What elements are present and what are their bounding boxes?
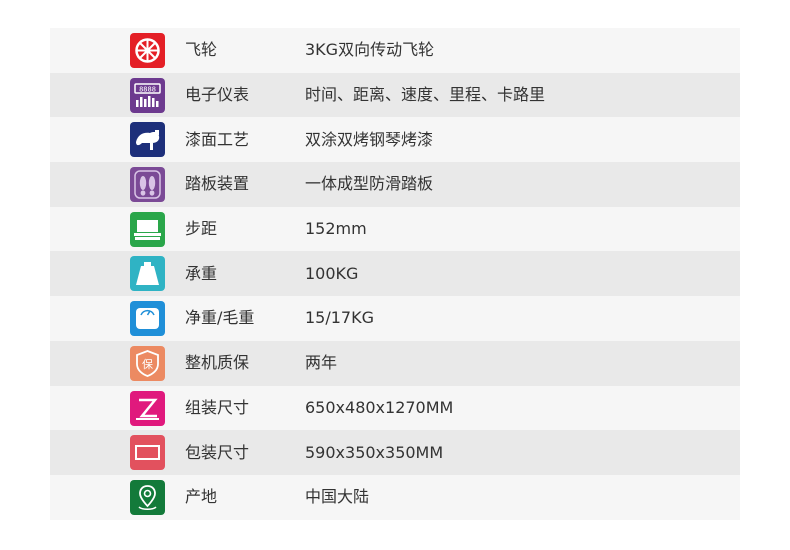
spec-row: 包装尺寸 590x350x350MM xyxy=(50,430,740,475)
spec-table: 飞轮 3KG双向传动飞轮 8888 电子仪表 时间、距离、速度、里程、卡路里 漆… xyxy=(50,28,740,520)
weight-capacity-icon xyxy=(130,256,165,292)
spec-label: 包装尺寸 xyxy=(185,442,250,462)
spec-value: 590x350x350MM xyxy=(305,442,444,462)
assembled-size-icon xyxy=(130,390,165,426)
location-pin-icon xyxy=(130,479,165,515)
spec-value: 双涂双烤钢琴烤漆 xyxy=(305,129,434,149)
spec-label: 漆面工艺 xyxy=(185,129,250,149)
svg-text:8888: 8888 xyxy=(139,85,156,93)
spec-label: 整机质保 xyxy=(185,353,250,373)
spec-label: 踏板装置 xyxy=(185,174,250,194)
spec-value: 650x480x1270MM xyxy=(305,397,454,417)
warranty-shield-icon: 保 xyxy=(130,345,165,381)
svg-text:保: 保 xyxy=(142,357,153,371)
paint-process-icon xyxy=(130,122,165,158)
spec-row: 踏板装置 一体成型防滑踏板 xyxy=(50,162,740,207)
spec-label: 步距 xyxy=(185,219,218,239)
spec-value: 152mm xyxy=(305,219,367,239)
spec-value: 中国大陆 xyxy=(305,487,370,507)
spec-row: 飞轮 3KG双向传动飞轮 xyxy=(50,28,740,73)
step-distance-icon xyxy=(130,211,165,247)
spec-row: 保 整机质保 两年 xyxy=(50,340,740,386)
spec-label: 电子仪表 xyxy=(185,85,250,105)
display-meter-icon: 8888 xyxy=(130,77,165,113)
spec-label: 净重/毛重 xyxy=(185,308,255,328)
spec-value: 100KG xyxy=(305,263,359,283)
spec-value: 两年 xyxy=(305,353,338,373)
spec-value: 15/17KG xyxy=(305,308,374,328)
spec-row: 组装尺寸 650x480x1270MM xyxy=(50,385,740,431)
spec-label: 产地 xyxy=(185,487,218,507)
pedal-footprint-icon xyxy=(130,167,165,203)
spec-row: 承重 100KG xyxy=(50,251,740,297)
spec-row: 漆面工艺 双涂双烤钢琴烤漆 xyxy=(50,117,740,163)
spec-row: 产地 中国大陆 xyxy=(50,474,740,520)
flywheel-icon xyxy=(130,33,165,68)
spec-row: 步距 152mm xyxy=(50,206,740,252)
spec-value: 3KG双向传动飞轮 xyxy=(305,40,435,60)
spec-value: 一体成型防滑踏板 xyxy=(305,174,434,194)
scale-icon xyxy=(130,301,165,337)
spec-label: 承重 xyxy=(185,263,218,283)
spec-label: 组装尺寸 xyxy=(185,397,250,417)
spec-row: 净重/毛重 15/17KG xyxy=(50,296,740,341)
spec-row: 8888 电子仪表 时间、距离、速度、里程、卡路里 xyxy=(50,72,740,118)
spec-label: 飞轮 xyxy=(185,40,218,60)
package-size-icon xyxy=(130,435,165,471)
spec-value: 时间、距离、速度、里程、卡路里 xyxy=(305,85,546,105)
